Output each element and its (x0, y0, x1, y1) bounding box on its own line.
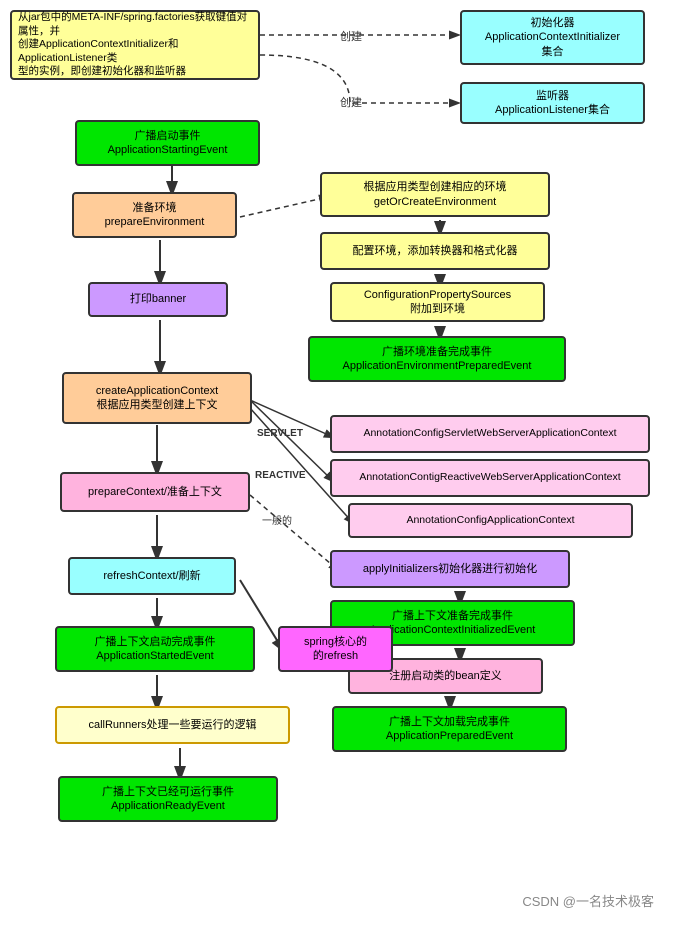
app-prepared-event-node: 广播上下文加载完成事件ApplicationPreparedEvent (332, 706, 567, 752)
config-prop-node: ConfigurationPropertySources附加到环境 (330, 282, 545, 322)
started-event-node: 广播上下文启动完成事件ApplicationStartedEvent (55, 626, 255, 672)
ready-event-node: 广播上下文已经可运行事件ApplicationReadyEvent (58, 776, 278, 822)
initializer-set-node: 初始化器ApplicationContextInitializer集合 (460, 10, 645, 65)
general-label: 一般的 (262, 512, 292, 527)
create-label-2: 创建 (340, 94, 362, 110)
reactive-ctx-node: AnnotationContigReactiveWebServerApplica… (330, 459, 650, 497)
prepare-context-node: prepareContext/准备上下文 (60, 472, 250, 512)
print-banner-node: 打印banner (88, 282, 228, 317)
reactive-label: REACTIVE (255, 470, 306, 481)
env-prepared-event-node: 广播环境准备完成事件ApplicationEnvironmentPrepared… (308, 336, 566, 382)
spring-refresh-node: spring核心的的refresh (278, 626, 393, 672)
servlet-label: SERVLET (257, 428, 303, 439)
create-label-1: 创建 (340, 28, 362, 44)
starting-event-node: 广播启动事件ApplicationStartingEvent (75, 120, 260, 166)
call-runners-node: callRunners处理一些要运行的逻辑 (55, 706, 290, 744)
config-env-node: 配置环境，添加转换器和格式化器 (320, 232, 550, 270)
get-or-create-env-node: 根据应用类型创建相应的环境getOrCreateEnvironment (320, 172, 550, 217)
create-context-node: createApplicationContext根据应用类型创建上下文 (62, 372, 252, 424)
servlet-ctx-node: AnnotationConfigServletWebServerApplicat… (330, 415, 650, 453)
listener-set-node: 监听器ApplicationListener集合 (460, 82, 645, 124)
watermark: CSDN @一名技术极客 (522, 891, 654, 910)
diagram-container: 从jar包中的META-INF/spring.factories获取键值对属性，… (0, 0, 674, 920)
prepare-env-node: 准备环境prepareEnvironment (72, 192, 237, 238)
jar-text-node: 从jar包中的META-INF/spring.factories获取键值对属性，… (10, 10, 260, 80)
annotation-ctx-node: AnnotationConfigApplicationContext (348, 503, 633, 538)
refresh-context-node: refreshContext/刷新 (68, 557, 236, 595)
apply-initializers-node: applyInitializers初始化器进行初始化 (330, 550, 570, 588)
